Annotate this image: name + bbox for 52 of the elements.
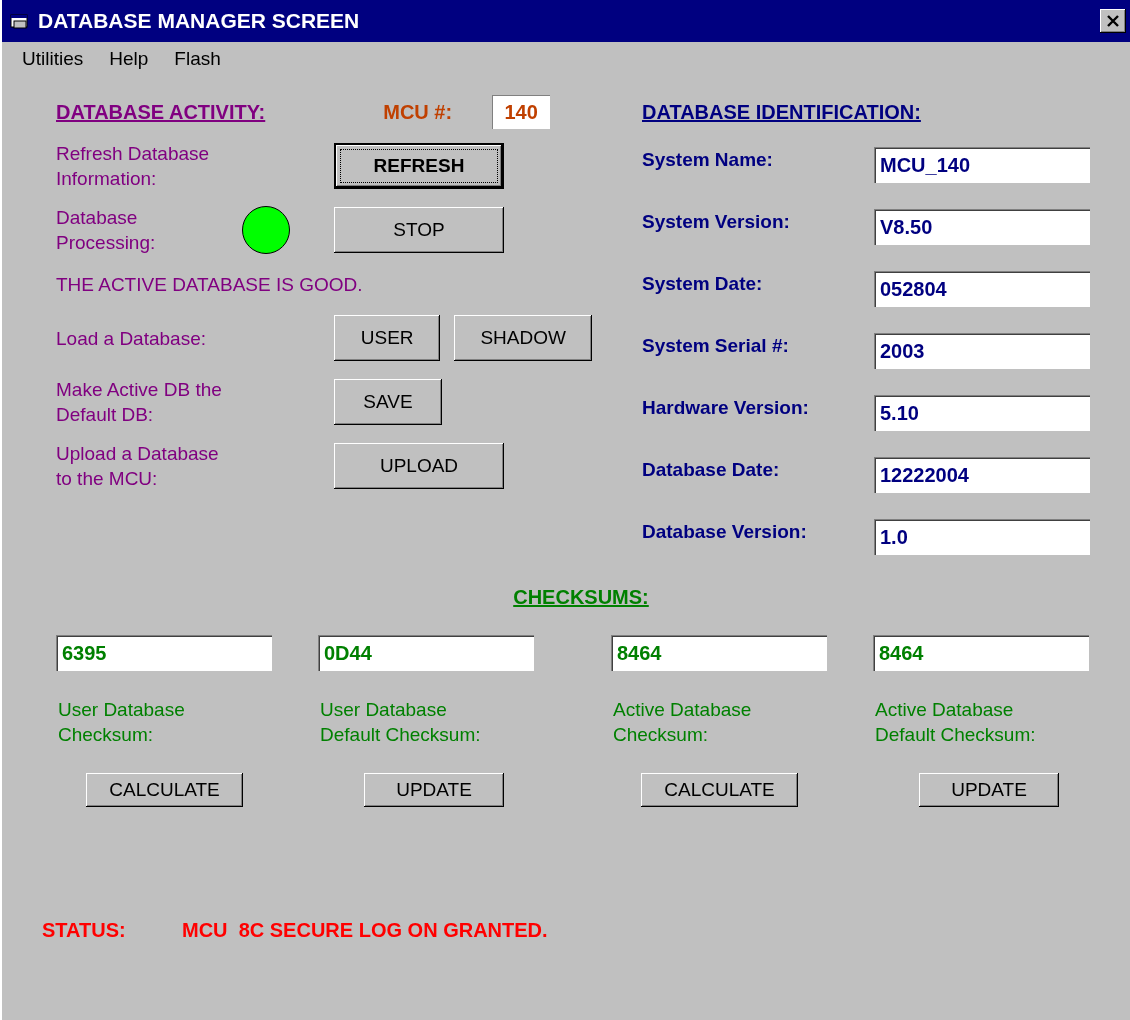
checksum-label: Active Database Default Checksum: <box>875 698 1036 747</box>
menu-item[interactable]: Flash <box>158 48 231 74</box>
field-label: Database Version: <box>642 521 808 543</box>
input-field[interactable]: 12222004 <box>874 457 1090 493</box>
close-button[interactable] <box>1100 9 1126 33</box>
checksum-button[interactable]: UPDATE <box>364 773 504 807</box>
action-button[interactable]: REFRESH <box>334 143 504 189</box>
status-message: MCU 8C SECURE LOG ON GRANTED. <box>182 919 548 942</box>
input-field[interactable]: 052804 <box>874 271 1090 307</box>
status-message: THE ACTIVE DATABASE IS GOOD. <box>56 272 364 297</box>
checksum-label: User Database Checksum: <box>58 698 185 747</box>
checksum-field[interactable]: 8464 <box>611 635 827 671</box>
checksum-label: Active Database Checksum: <box>613 698 752 747</box>
field-label: System Version: <box>642 211 791 233</box>
row-label: Upload a Database to the MCU: <box>56 442 220 491</box>
field-label: System Name: <box>642 149 774 171</box>
section-heading: CHECKSUMS: <box>513 586 649 609</box>
action-button[interactable]: STOP <box>334 207 504 253</box>
window-icon <box>10 13 30 29</box>
field-label: System Date: <box>642 273 764 295</box>
field-label: System Serial #: <box>642 335 790 357</box>
input-field[interactable]: V8.50 <box>874 209 1090 245</box>
action-button[interactable]: SAVE <box>334 379 442 425</box>
menu-item[interactable]: Help <box>93 48 159 74</box>
row-label: Database Processing: <box>56 206 157 255</box>
row-label: Make Active DB the Default DB: <box>56 378 223 427</box>
section-heading: DATABASE ACTIVITY: <box>56 100 266 124</box>
input-field[interactable]: MCU_140 <box>874 147 1090 183</box>
checksum-button[interactable]: CALCULATE <box>641 773 798 807</box>
checksum-button[interactable]: CALCULATE <box>86 773 243 807</box>
menu-item[interactable]: Utilities <box>6 48 94 74</box>
input-field[interactable]: 1.0 <box>874 519 1090 555</box>
input-field[interactable]: 5.10 <box>874 395 1090 431</box>
checksum-field[interactable]: 8464 <box>873 635 1089 671</box>
window-title: DATABASE MANAGER SCREEN <box>38 9 361 33</box>
row-label: Load a Database: <box>56 326 207 351</box>
field-label: Hardware Version: <box>642 397 810 419</box>
checksum-label: User Database Default Checksum: <box>320 698 481 747</box>
mcu-field[interactable]: 140 <box>492 95 551 129</box>
status-label: STATUS: <box>42 919 127 942</box>
section-heading: DATABASE IDENTIFICATION: <box>642 100 921 124</box>
field-label: Database Date: <box>642 459 781 481</box>
action-button[interactable]: SHADOW <box>454 315 592 361</box>
action-button[interactable]: USER <box>334 315 441 361</box>
checksum-button[interactable]: UPDATE <box>919 773 1059 807</box>
input-field[interactable]: 2003 <box>874 333 1090 369</box>
row-label: Refresh Database Information: <box>56 142 211 191</box>
action-button[interactable]: UPLOAD <box>334 443 504 489</box>
checksum-field[interactable]: 0D44 <box>318 635 534 671</box>
mcu-label: MCU #: <box>383 100 453 124</box>
close-icon <box>1106 15 1120 27</box>
checksum-field[interactable]: 6395 <box>56 635 272 671</box>
